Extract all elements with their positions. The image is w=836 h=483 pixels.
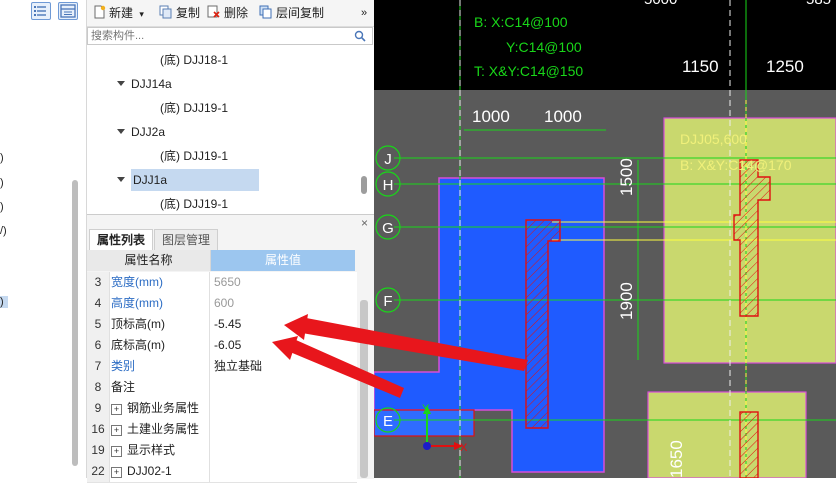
- annotation-arrows: [272, 314, 528, 398]
- arrow-to-bottom-elevation: [290, 340, 404, 398]
